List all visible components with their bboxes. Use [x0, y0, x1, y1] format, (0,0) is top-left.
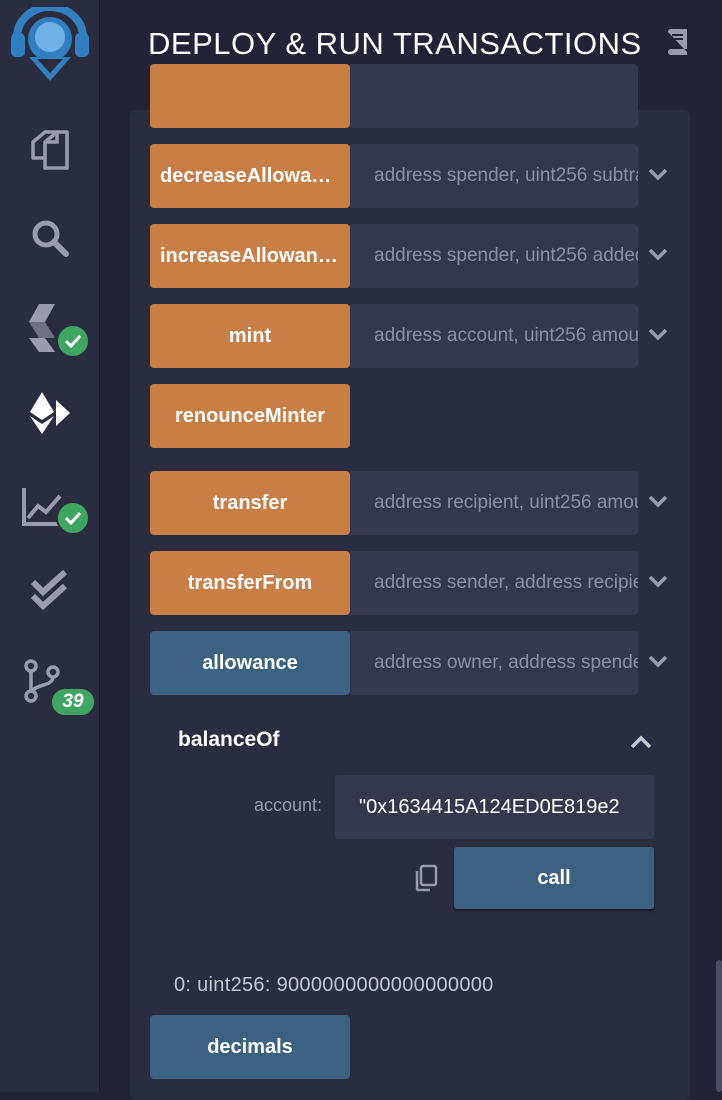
renounceMinter-button[interactable]: renounceMinter	[150, 384, 350, 448]
function-input-partial[interactable]	[350, 64, 638, 128]
balanceOf-title[interactable]: balanceOf	[178, 728, 280, 752]
icon-sidebar: 39	[0, 0, 100, 1092]
chevron-down-icon[interactable]	[648, 328, 668, 342]
allowance-button[interactable]: allowance	[150, 631, 350, 695]
decreaseAllowance-button[interactable]: decreaseAllowance	[150, 144, 350, 208]
chevron-down-icon[interactable]	[648, 575, 668, 589]
increaseAllowance-button[interactable]: increaseAllowance	[150, 224, 350, 288]
git-changes-badge: 39	[50, 687, 96, 717]
analysis-check-icon	[56, 501, 90, 535]
function-button-partial[interactable]	[150, 64, 350, 128]
analysis-icon[interactable]	[0, 477, 99, 537]
chevron-down-icon[interactable]	[648, 248, 668, 262]
account-param-label: account:	[254, 795, 323, 815]
call-button[interactable]: call	[454, 847, 654, 909]
unit-test-icon[interactable]	[0, 566, 99, 614]
copy-icon[interactable]	[414, 864, 438, 897]
transferFrom-input[interactable]: address sender, address recipient, uint2…	[350, 551, 638, 615]
mint-input[interactable]: address account, uint256 amount	[350, 304, 638, 368]
account-param-input[interactable]: "0x1634415A124ED0E819e2	[335, 775, 654, 839]
chevron-down-icon[interactable]	[648, 495, 668, 509]
chevron-down-icon[interactable]	[648, 655, 668, 669]
scrollbar[interactable]	[716, 960, 722, 1092]
remix-logo-icon[interactable]	[0, 6, 99, 86]
chevron-up-icon[interactable]	[630, 735, 652, 749]
transfer-button[interactable]: transfer	[150, 471, 350, 535]
balanceOf-result: 0: uint256: 9000000000000000000	[174, 974, 494, 996]
compiled-check-icon	[56, 324, 90, 358]
decreaseAllowance-input[interactable]: address spender, uint256 subtractedValue	[350, 144, 638, 208]
solidity-compiler-icon[interactable]	[0, 296, 99, 358]
deploy-run-icon[interactable]	[0, 388, 99, 438]
allowance-input[interactable]: address owner, address spender	[350, 631, 638, 695]
file-explorer-icon[interactable]	[0, 125, 99, 175]
panel-title: DEPLOY & RUN TRANSACTIONS	[148, 26, 642, 61]
chevron-down-icon[interactable]	[648, 168, 668, 182]
decimals-button[interactable]: decimals	[150, 1015, 350, 1079]
mint-button[interactable]: mint	[150, 304, 350, 368]
book-icon[interactable]	[665, 29, 689, 60]
transfer-input[interactable]: address recipient, uint256 amount	[350, 471, 638, 535]
increaseAllowance-input[interactable]: address spender, uint256 addedValue	[350, 224, 638, 288]
search-icon[interactable]	[0, 214, 99, 262]
transferFrom-button[interactable]: transferFrom	[150, 551, 350, 615]
